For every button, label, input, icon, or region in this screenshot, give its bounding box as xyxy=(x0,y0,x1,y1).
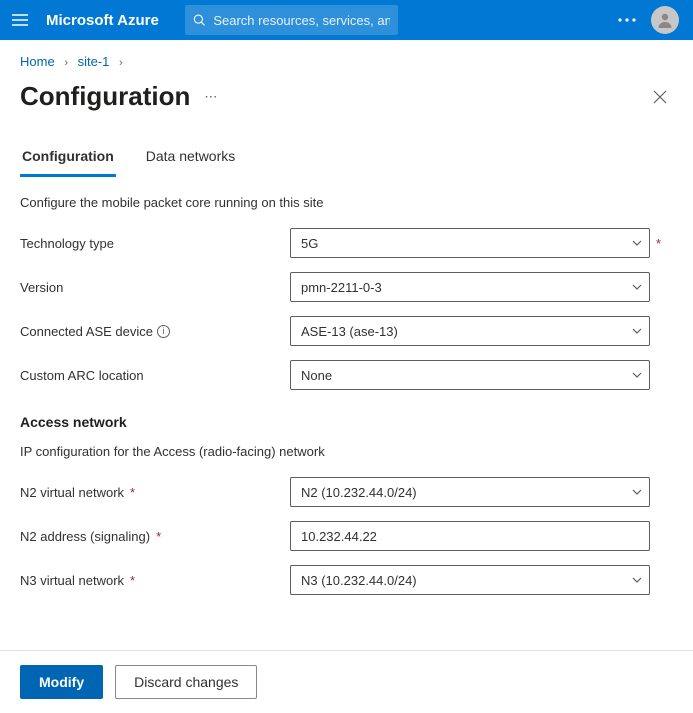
value-n2-address: 10.232.44.22 xyxy=(301,529,377,544)
discard-changes-button[interactable]: Discard changes xyxy=(115,665,257,699)
breadcrumb-site[interactable]: site-1 xyxy=(78,54,110,69)
row-custom-arc: Custom ARC location None xyxy=(20,360,673,390)
modify-button[interactable]: Modify xyxy=(20,665,103,699)
select-technology-type[interactable]: 5G xyxy=(290,228,650,258)
row-n2-vnet: N2 virtual network * N2 (10.232.44.0/24) xyxy=(20,477,673,507)
required-indicator: * xyxy=(656,236,664,251)
breadcrumb: Home › site-1 › xyxy=(0,40,693,75)
select-connected-ase[interactable]: ASE-13 (ase-13) xyxy=(290,316,650,346)
footer-bar: Modify Discard changes xyxy=(0,650,693,713)
select-custom-arc[interactable]: None xyxy=(290,360,650,390)
intro-text: Configure the mobile packet core running… xyxy=(20,195,673,210)
avatar[interactable] xyxy=(651,6,679,34)
label-custom-arc: Custom ARC location xyxy=(20,368,144,383)
close-button[interactable] xyxy=(647,84,673,110)
hamburger-menu-button[interactable] xyxy=(0,0,40,40)
search-icon xyxy=(193,13,206,27)
row-technology-type: Technology type 5G * xyxy=(20,228,673,258)
select-n2-vnet[interactable]: N2 (10.232.44.0/24) xyxy=(290,477,650,507)
breadcrumb-home[interactable]: Home xyxy=(20,54,55,69)
top-header: Microsoft Azure xyxy=(0,0,693,40)
label-n2-address: N2 address (signaling) xyxy=(20,529,150,544)
value-connected-ase: ASE-13 (ase-13) xyxy=(301,324,398,339)
label-n3-vnet: N3 virtual network xyxy=(20,573,124,588)
select-n3-vnet[interactable]: N3 (10.232.44.0/24) xyxy=(290,565,650,595)
label-n2-vnet: N2 virtual network xyxy=(20,485,124,500)
more-horizontal-icon xyxy=(618,18,636,22)
value-version: pmn-2211-0-3 xyxy=(301,280,382,295)
row-n3-vnet: N3 virtual network * N3 (10.232.44.0/24) xyxy=(20,565,673,595)
required-indicator: * xyxy=(130,485,135,500)
chevron-right-icon: › xyxy=(119,57,123,69)
required-indicator: * xyxy=(156,529,161,544)
value-n2-vnet: N2 (10.232.44.0/24) xyxy=(301,485,417,500)
value-n3-vnet: N3 (10.232.44.0/24) xyxy=(301,573,417,588)
hamburger-icon xyxy=(12,14,28,26)
info-icon[interactable]: i xyxy=(157,325,170,338)
close-icon xyxy=(653,90,667,104)
global-search[interactable] xyxy=(185,5,398,35)
label-version: Version xyxy=(20,280,63,295)
chevron-right-icon: › xyxy=(64,57,68,69)
input-n2-address[interactable]: 10.232.44.22 xyxy=(290,521,650,551)
label-connected-ase: Connected ASE device xyxy=(20,324,153,339)
label-technology-type: Technology type xyxy=(20,236,114,251)
row-n2-address: N2 address (signaling) * 10.232.44.22 xyxy=(20,521,673,551)
page-title: Configuration xyxy=(20,81,190,112)
row-version: Version pmn-2211-0-3 xyxy=(20,272,673,302)
select-version[interactable]: pmn-2211-0-3 xyxy=(290,272,650,302)
tab-configuration[interactable]: Configuration xyxy=(20,148,116,177)
title-more-button[interactable]: ⋯ xyxy=(204,89,219,105)
section-access-network-heading: Access network xyxy=(20,414,673,430)
section-access-network-subtext: IP configuration for the Access (radio-f… xyxy=(20,444,673,459)
value-technology-type: 5G xyxy=(301,236,318,251)
row-connected-ase: Connected ASE device i ASE-13 (ase-13) xyxy=(20,316,673,346)
title-row: Configuration ⋯ xyxy=(0,75,693,120)
content-area: Configure the mobile packet core running… xyxy=(0,177,693,595)
required-indicator: * xyxy=(130,573,135,588)
person-icon xyxy=(656,11,674,29)
value-custom-arc: None xyxy=(301,368,332,383)
search-input[interactable] xyxy=(213,13,390,28)
header-more-button[interactable] xyxy=(607,0,647,40)
brand-label: Microsoft Azure xyxy=(40,12,177,29)
tab-data-networks[interactable]: Data networks xyxy=(144,148,237,177)
tab-bar: Configuration Data networks xyxy=(0,120,693,177)
